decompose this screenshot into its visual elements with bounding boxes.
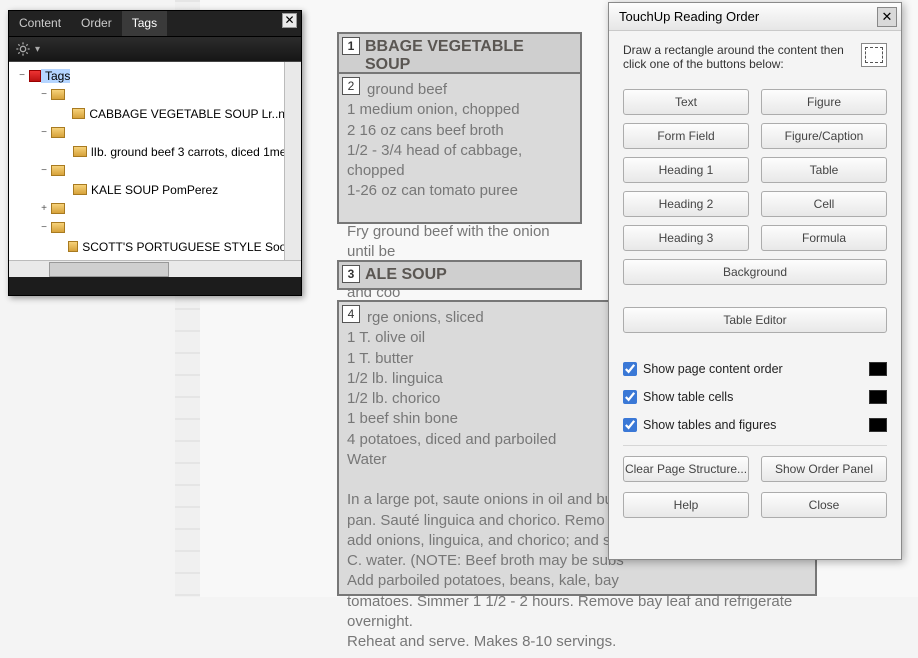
page-order-color-swatch[interactable] [869,362,887,376]
tree-row[interactable]: − [9,161,301,180]
heading-block-2[interactable]: 3 ALE SOUP [337,260,582,290]
text-button[interactable]: Text [623,89,749,115]
order-badge-4: 4 [342,305,360,323]
tags-panel-tabbar: Content Order Tags [9,11,301,37]
tree-expander[interactable] [59,108,72,119]
tree-root-label[interactable]: Tags [41,69,70,83]
tree-item-label: SCOTT'S PORTUGUESE STYLE SooftS [78,240,301,254]
heading-1-button[interactable]: Heading 1 [623,157,749,183]
tables-figures-color-swatch[interactable] [869,418,887,432]
figure-button[interactable]: Figure [761,89,887,115]
form-field-button[interactable]: Form Field [623,123,749,149]
order-badge-1: 1 [342,37,360,55]
tags-panel: ✕ Content Order Tags ▾ − Tags − CABBAGE VE… [8,10,302,296]
touchup-reading-order-dialog: TouchUp Reading Order ✕ Draw a rectangle… [608,2,902,560]
tree-scrollbar-vertical[interactable] [284,62,301,260]
tab-order[interactable]: Order [71,11,122,36]
show-order-panel-button[interactable]: Show Order Panel [761,456,887,482]
gear-icon[interactable] [15,41,31,57]
order-badge-3: 3 [342,265,360,283]
tag-icon [51,127,65,138]
tree-item-label: CABBAGE VEGETABLE SOUP Lr..ndol [85,107,301,121]
tag-icon [51,203,65,214]
separator [623,445,887,446]
tree-expander[interactable]: − [37,89,51,100]
tree-expander[interactable]: + [37,203,51,214]
tag-icon [73,146,87,157]
dialog-title: TouchUp Reading Order [619,9,759,24]
figure-caption-button[interactable]: Figure/Caption [761,123,887,149]
tag-icon [51,89,65,100]
dropdown-arrow-icon[interactable]: ▾ [35,44,40,55]
tag-icon [51,222,65,233]
tree-expander[interactable]: − [37,165,51,176]
tab-tags[interactable]: Tags [122,11,167,36]
tree-expander[interactable] [59,184,73,195]
heading-3-button[interactable]: Heading 3 [623,225,749,251]
heading-2-button[interactable]: Heading 2 [623,191,749,217]
pdf-icon [29,70,41,82]
tree-expander[interactable] [59,146,73,157]
tag-icon [51,165,65,176]
selection-rectangle-icon [861,43,887,67]
tree-row[interactable]: − [9,85,301,104]
show-tables-figures-checkbox[interactable] [623,418,637,432]
show-table-cells-label[interactable]: Show table cells [623,390,733,404]
tags-panel-close-button[interactable]: ✕ [282,13,297,28]
background-button[interactable]: Background [623,259,887,285]
tree-item-label: lIb. ground beef 3 carrots, diced 1me [87,145,286,159]
show-tables-figures-label[interactable]: Show tables and figures [623,418,776,432]
show-page-content-order-label[interactable]: Show page content order [623,362,783,376]
tree-scrollbar-horizontal[interactable] [9,260,301,277]
order-badge-2: 2 [342,77,360,95]
cell-button[interactable]: Cell [761,191,887,217]
tree-row[interactable]: + [9,199,301,218]
tree-expander[interactable]: − [15,70,29,81]
tree-expander[interactable]: − [37,127,51,138]
heading-2-text: ALE SOUP [365,266,447,283]
tag-icon [73,184,87,195]
tags-tree: −Tags− CABBAGE VEGETABLE SOUP Lr..ndol− … [9,61,301,277]
table-editor-button[interactable]: Table Editor [623,307,887,333]
paragraph-block-1[interactable]: 2 ground beef1 medium onion, chopped2 16… [337,72,582,224]
table-button[interactable]: Table [761,157,887,183]
tags-toolbar: ▾ [9,37,301,61]
formula-button[interactable]: Formula [761,225,887,251]
tree-row[interactable]: lIb. ground beef 3 carrots, diced 1me [9,142,301,161]
tab-content[interactable]: Content [9,11,71,36]
dialog-titlebar: TouchUp Reading Order ✕ [609,3,901,31]
scrollbar-thumb[interactable] [49,262,169,277]
tree-item-label: KALE SOUP PomPerez [87,183,218,197]
tree-row[interactable]: − [9,123,301,142]
help-button[interactable]: Help [623,492,749,518]
tree-row[interactable]: CABBAGE VEGETABLE SOUP Lr..ndol [9,104,301,123]
tag-icon [68,241,78,252]
close-button[interactable]: Close [761,492,887,518]
heading-1-text: BBAGE VEGETABLE SOUP [365,38,524,73]
tag-icon [72,108,85,119]
tree-expander[interactable] [59,241,68,252]
table-cells-color-swatch[interactable] [869,390,887,404]
tree-expander[interactable]: − [37,222,51,233]
tree-row[interactable]: − [9,218,301,237]
dialog-close-button[interactable]: ✕ [877,7,897,27]
show-table-cells-checkbox[interactable] [623,390,637,404]
dialog-instruction: Draw a rectangle around the content then… [623,43,887,71]
clear-page-structure-button[interactable]: Clear Page Structure... [623,456,749,482]
tree-row[interactable]: SCOTT'S PORTUGUESE STYLE SooftS [9,237,301,256]
tree-row[interactable]: KALE SOUP PomPerez [9,180,301,199]
show-page-content-order-checkbox[interactable] [623,362,637,376]
